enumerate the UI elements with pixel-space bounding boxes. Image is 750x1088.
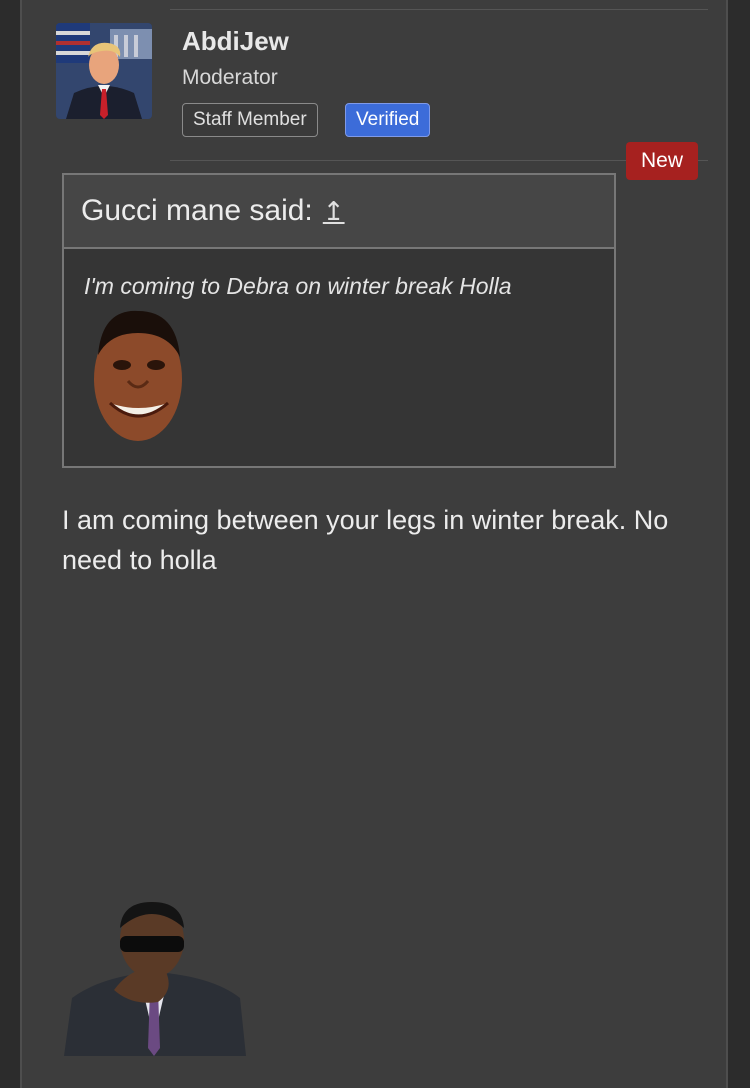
grinning-face-sticker-icon: [88, 303, 188, 445]
username[interactable]: AbdiJew: [182, 26, 289, 57]
user-title: Moderator: [182, 66, 278, 89]
staff-member-badge: Staff Member: [182, 103, 318, 137]
quote-attribution: Gucci mane said:: [81, 194, 313, 227]
quote-block: Gucci mane said: ↥ I'm coming to Debra o…: [62, 173, 616, 468]
post-body-text: I am coming between your legs in winter …: [62, 505, 669, 575]
new-badge: New: [626, 142, 698, 180]
laughing-man-sticker-icon: [62, 898, 248, 1056]
divider-top: [170, 9, 708, 10]
user-avatar[interactable]: [56, 23, 152, 119]
quote-text: I'm coming to Debra on winter break Holl…: [84, 273, 512, 299]
jump-to-quote-icon[interactable]: ↥: [323, 196, 345, 227]
page: AbdiJew Moderator Staff Member Verified …: [0, 0, 750, 1088]
verified-badge: Verified: [345, 103, 431, 137]
avatar-image: [56, 23, 152, 119]
quote-header: Gucci mane said: ↥: [64, 175, 614, 249]
